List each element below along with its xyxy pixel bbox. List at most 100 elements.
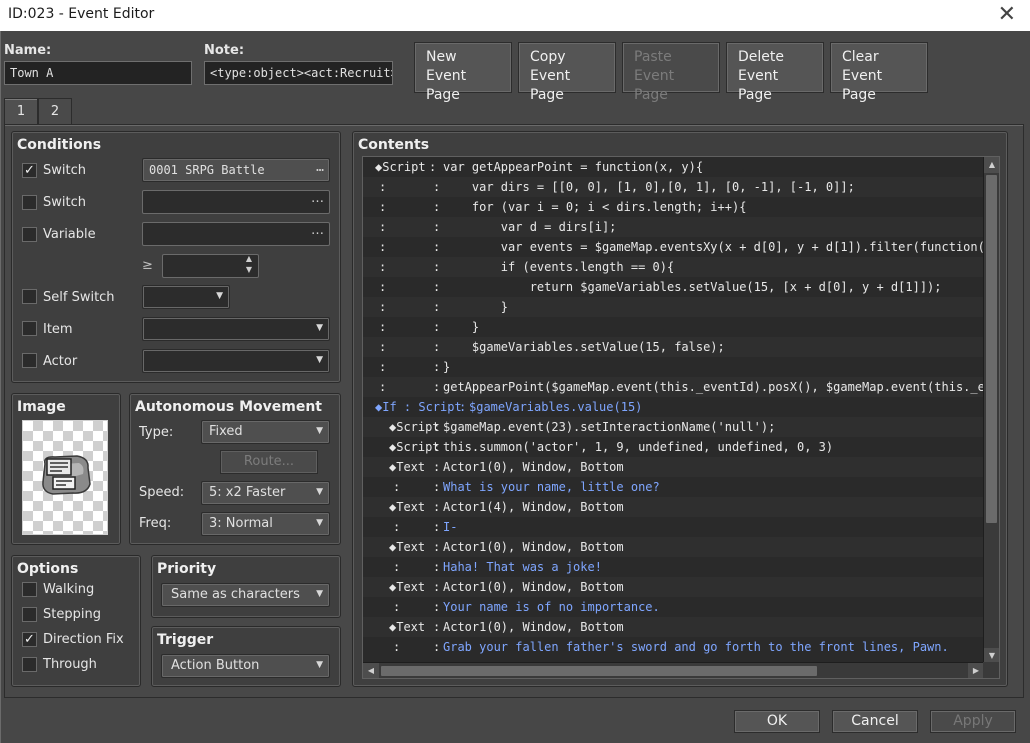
command-line[interactable]: ◆Text: Actor1(0), Window, Bottom <box>363 457 984 477</box>
delete-event-page-button[interactable]: Delete Event Page <box>726 42 824 103</box>
vertical-scroll-thumb[interactable] <box>986 175 997 523</box>
note-input[interactable]: <type:object><act:Recruit> <box>204 61 393 85</box>
command-line[interactable]: :: Your name is of no importance. <box>363 597 984 617</box>
copy-event-page-button[interactable]: Copy Event Page <box>518 42 616 103</box>
event-image-preview[interactable] <box>22 420 108 535</box>
self-switch-dropdown[interactable]: ▼ <box>142 285 230 309</box>
command-line[interactable]: ◆Script: $gameMap.event(23).setInteractio… <box>363 417 984 437</box>
command-separator: : <box>433 300 441 314</box>
command-text: What is your name, little one? <box>443 480 660 494</box>
contents-panel: Contents ◆Script: var getAppearPoint = fu… <box>352 131 1008 687</box>
actor-label: Actor <box>43 354 78 369</box>
command-line[interactable]: :: } <box>363 317 984 337</box>
scroll-up-icon[interactable]: ▲ <box>984 157 999 173</box>
trigger-dropdown[interactable]: Action Button ▼ <box>161 654 330 678</box>
speed-dropdown[interactable]: 5: x2 Faster ▼ <box>201 481 330 505</box>
close-icon[interactable]: ✕ <box>998 2 1016 28</box>
self-switch-label: Self Switch <box>43 290 115 305</box>
command-line[interactable]: :: What is your name, little one? <box>363 477 984 497</box>
title-bar: ID:023 - Event Editor ✕ <box>0 0 1030 31</box>
tab-page-2[interactable]: 2 <box>38 98 72 125</box>
item-dropdown[interactable]: ▼ <box>142 317 330 341</box>
command-line[interactable]: ◆Script: this.summon('actor', 1, 9, undef… <box>363 437 984 457</box>
horizontal-scroll-thumb[interactable] <box>381 666 817 676</box>
command-marker: ◆Script <box>389 420 440 434</box>
horizontal-scrollbar[interactable]: ◀ ▶ <box>363 662 984 678</box>
command-marker: ◆Text <box>389 460 426 474</box>
command-line[interactable]: :: var events = $gameMap.eventsXy(x + d[… <box>363 237 984 257</box>
actor-checkbox[interactable] <box>22 353 37 368</box>
direction-fix-label: Direction Fix <box>43 632 124 647</box>
command-line[interactable]: ◆Text: Actor1(0), Window, Bottom <box>363 617 984 637</box>
self-switch-checkbox[interactable] <box>22 289 37 304</box>
stepping-checkbox[interactable] <box>22 607 37 622</box>
command-text: $gameVariables.value(15) <box>469 400 643 414</box>
command-separator: : <box>433 460 441 474</box>
command-line[interactable]: ◆If : Script: $gameVariables.value(15) <box>363 397 984 417</box>
variable-field[interactable]: … <box>142 222 330 246</box>
vertical-scrollbar[interactable]: ▲ ▼ <box>983 157 999 664</box>
clear-event-page-button[interactable]: Clear Event Page <box>830 42 928 103</box>
command-separator: : <box>433 480 441 494</box>
command-line[interactable]: ◆Text: Actor1(0), Window, Bottom <box>363 577 984 597</box>
clear-button-line2: Event Page <box>842 68 883 103</box>
variable-value-spinner[interactable]: ▲ ▼ <box>162 254 259 278</box>
scroll-corner <box>983 662 999 678</box>
freq-dropdown[interactable]: 3: Normal ▼ <box>201 512 330 536</box>
priority-value: Same as characters <box>171 587 300 602</box>
command-text: if (events.length == 0){ <box>443 260 675 274</box>
ok-button[interactable]: OK <box>734 710 820 733</box>
spin-down-icon[interactable]: ▼ <box>246 264 252 276</box>
command-line[interactable]: :: I- <box>363 517 984 537</box>
command-line[interactable]: :: getAppearPoint($gameMap.event(this._ev… <box>363 377 984 397</box>
actor-dropdown[interactable]: ▼ <box>142 349 330 373</box>
command-marker: : <box>393 480 401 494</box>
command-line[interactable]: :: $gameVariables.setValue(15, false); <box>363 337 984 357</box>
command-separator: : <box>433 340 441 354</box>
command-text: Actor1(0), Window, Bottom <box>443 460 624 474</box>
command-line[interactable]: ::} <box>363 357 984 377</box>
paste-event-page-button[interactable]: Paste Event Page <box>622 42 720 103</box>
command-line[interactable]: :: var d = dirs[i]; <box>363 217 984 237</box>
command-line[interactable]: :: Haha! That was a joke! <box>363 557 984 577</box>
command-marker: ◆Script <box>389 440 440 454</box>
walking-checkbox[interactable] <box>22 582 37 597</box>
command-separator: : <box>433 220 441 234</box>
type-dropdown[interactable]: Fixed ▼ <box>201 420 330 444</box>
through-checkbox[interactable] <box>22 657 37 672</box>
command-marker: : <box>379 260 387 274</box>
command-separator: : <box>433 440 441 454</box>
direction-fix-checkbox[interactable]: ✓ <box>22 632 37 647</box>
command-line[interactable]: ◆Text: Actor1(4), Window, Bottom <box>363 497 984 517</box>
switch1-field[interactable]: 0001 SRPG Battle… <box>142 158 330 182</box>
tab-page-1[interactable]: 1 <box>4 98 38 125</box>
priority-dropdown[interactable]: Same as characters ▼ <box>161 583 330 607</box>
conditions-title: Conditions <box>17 137 102 153</box>
speed-label: Speed: <box>139 485 185 500</box>
command-marker: : <box>393 600 401 614</box>
command-line[interactable]: ◆Text: Actor1(0), Window, Bottom <box>363 537 984 557</box>
command-line[interactable]: :: var dirs = [[0, 0], [1, 0],[0, 1], [0… <box>363 177 984 197</box>
speed-value: 5: x2 Faster <box>209 485 286 500</box>
switch1-checkbox[interactable]: ✓ <box>22 163 37 178</box>
apply-button[interactable]: Apply <box>930 710 1016 733</box>
switch2-checkbox[interactable] <box>22 195 37 210</box>
command-text: } <box>443 320 480 334</box>
new-event-page-button[interactable]: New Event Page <box>414 42 512 103</box>
command-line[interactable]: :: for (var i = 0; i < dirs.length; i++)… <box>363 197 984 217</box>
name-input[interactable]: Town A <box>4 61 192 85</box>
scroll-left-icon[interactable]: ◀ <box>363 663 379 678</box>
switch2-field[interactable]: … <box>142 190 330 214</box>
event-command-list[interactable]: ◆Script: var getAppearPoint = function(x,… <box>362 156 1000 679</box>
cancel-button[interactable]: Cancel <box>832 710 918 733</box>
command-line[interactable]: :: } <box>363 297 984 317</box>
command-line[interactable]: :: return $gameVariables.setValue(15, [x… <box>363 277 984 297</box>
variable-checkbox[interactable] <box>22 227 37 242</box>
item-checkbox[interactable] <box>22 321 37 336</box>
scroll-right-icon[interactable]: ▶ <box>968 663 984 678</box>
note-label: Note: <box>204 43 245 58</box>
command-line[interactable]: ◆Script: var getAppearPoint = function(x,… <box>363 157 984 177</box>
command-line[interactable]: :: if (events.length == 0){ <box>363 257 984 277</box>
command-line[interactable]: :: Grab your fallen father's sword and go… <box>363 637 984 657</box>
route-button[interactable]: Route... <box>220 450 318 474</box>
